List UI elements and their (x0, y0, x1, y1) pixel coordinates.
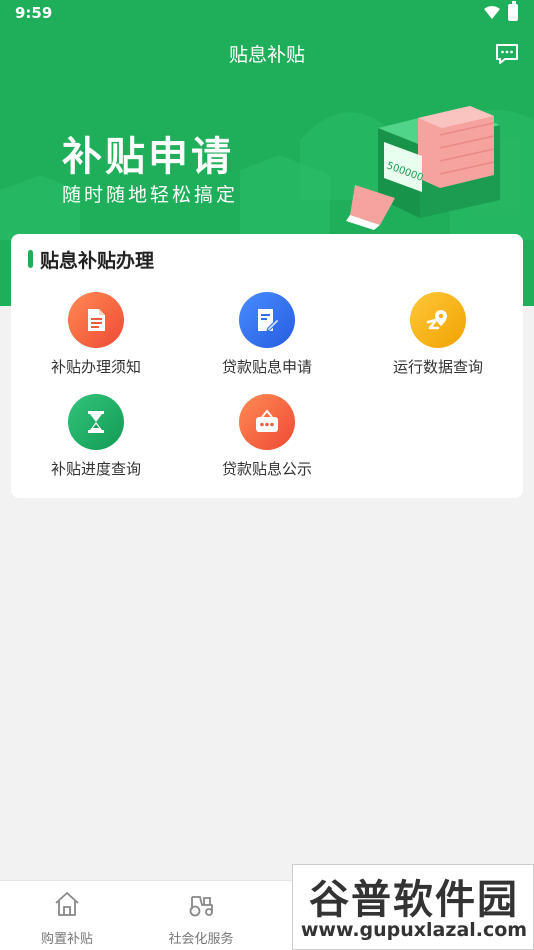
grid-item-label: 补贴进度查询 (50, 460, 141, 478)
nav-label: 社会化服务 (168, 932, 234, 947)
wifi-icon (484, 6, 500, 19)
card-title-accent (28, 250, 33, 268)
grid-item-loan-interest-apply[interactable]: 贷款贴息申请 (182, 292, 352, 382)
battery-icon (508, 1, 518, 21)
grid-item-label: 贷款贴息公示 (221, 460, 312, 478)
banner[interactable]: 500000 补贴申请 随时随地轻松搞定 (0, 80, 534, 240)
location-route-icon (410, 292, 466, 348)
status-time: 9:59 (15, 4, 53, 22)
hourglass-icon (68, 394, 124, 450)
edit-form-icon (239, 292, 295, 348)
watermark: 谷普软件园 www.gupuxlazal.com (292, 864, 534, 950)
home-icon (55, 892, 79, 916)
banner-title: 补贴申请 (62, 134, 234, 180)
grid-item-label: 运行数据查询 (392, 358, 483, 376)
nav-item-social-service[interactable]: 社会化服务 (134, 881, 268, 950)
grid-item-subsidy-progress-query[interactable]: 补贴进度查询 (11, 394, 181, 484)
page-title: 贴息补贴 (228, 44, 305, 66)
status-bar: 9:59 (0, 0, 534, 28)
grid-item-subsidy-notice[interactable]: 补贴办理须知 (11, 292, 181, 382)
watermark-url: www.gupuxlazal.com (300, 919, 528, 941)
subsidy-service-card: 贴息补贴办理 补贴办理须知 贷款贴息申请 运行数据查询 补贴进度查询 贷款贴息公… (11, 234, 523, 498)
grid-item-label: 贷款贴息申请 (221, 358, 312, 376)
watermark-title: 谷普软件园 (309, 877, 519, 923)
nav-label: 购置补贴 (40, 932, 93, 947)
grid-item-label: 补贴办理须知 (50, 358, 141, 376)
message-icon[interactable] (495, 43, 519, 65)
document-icon (68, 292, 124, 348)
tractor-icon (189, 896, 213, 917)
grid-item-operation-data-query[interactable]: 运行数据查询 (353, 292, 523, 382)
grid-item-loan-interest-public[interactable]: 贷款贴息公示 (182, 394, 352, 484)
nav-item-purchase-subsidy[interactable]: 购置补贴 (0, 881, 134, 950)
card-title: 贴息补贴办理 (40, 250, 155, 272)
banner-subtitle: 随时随地轻松搞定 (62, 184, 239, 206)
notice-board-icon (239, 394, 295, 450)
